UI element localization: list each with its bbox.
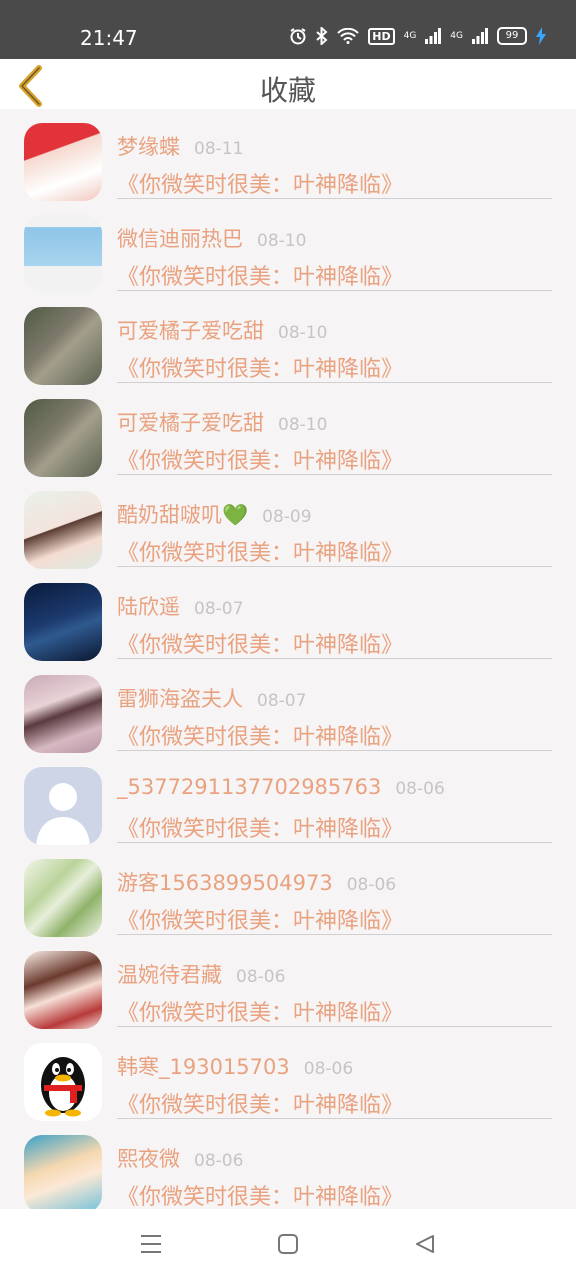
- avatar[interactable]: [24, 675, 102, 753]
- user-name[interactable]: 可爱橘子爱吃甜: [117, 411, 264, 435]
- list-item[interactable]: _5377291137702985763 08-06 《你微笑时很美：叶神降临》: [0, 753, 576, 845]
- list-item[interactable]: 酷奶甜啵叽💚 08-09 《你微笑时很美：叶神降临》: [0, 477, 576, 569]
- status-time: 21:47: [80, 26, 138, 50]
- user-name[interactable]: 梦缘蝶: [117, 135, 180, 159]
- date: 08-06: [194, 1151, 244, 1171]
- alarm-icon: [290, 28, 306, 45]
- book-title[interactable]: 《你微笑时很美：叶神降临》: [117, 259, 403, 291]
- avatar[interactable]: [24, 399, 102, 477]
- date: 08-07: [257, 691, 307, 711]
- user-name[interactable]: 可爱橘子爱吃甜: [117, 319, 264, 343]
- list-item[interactable]: 熙夜微 08-06 《你微笑时很美：叶神降临》: [0, 1121, 576, 1209]
- book-title[interactable]: 《你微笑时很美：叶神降临》: [117, 1087, 403, 1119]
- favorites-list: 梦缘蝶 08-11 《你微笑时很美：叶神降临》 微信迪丽热巴 08-10 《你微笑时…: [0, 109, 576, 1209]
- network-label-1: 4G: [403, 30, 417, 41]
- divider: [117, 382, 552, 383]
- avatar[interactable]: [24, 767, 102, 845]
- wifi-icon: [337, 28, 359, 44]
- date: 08-11: [194, 139, 244, 159]
- menu-icon[interactable]: [140, 1233, 162, 1255]
- date: 08-06: [303, 1059, 354, 1079]
- list-item[interactable]: 陆欣遥 08-07 《你微笑时很美：叶神降临》: [0, 569, 576, 661]
- divider: [117, 658, 552, 659]
- list-item[interactable]: 微信迪丽热巴 08-10 《你微笑时很美：叶神降临》: [0, 201, 576, 293]
- date: 08-10: [257, 231, 307, 251]
- battery-icon: 99: [497, 27, 527, 45]
- book-title[interactable]: 《你微笑时很美：叶神降临》: [117, 167, 403, 199]
- book-title[interactable]: 《你微笑时很美：叶神降临》: [117, 1179, 403, 1209]
- avatar[interactable]: [24, 123, 102, 201]
- list-item[interactable]: 可爱橘子爱吃甜 08-10 《你微笑时很美：叶神降临》: [0, 385, 576, 477]
- book-title[interactable]: 《你微笑时很美：叶神降临》: [117, 719, 403, 751]
- divider: [117, 750, 552, 751]
- network-label-2: 4G: [450, 30, 463, 41]
- default-avatar-icon: [36, 783, 90, 845]
- user-name[interactable]: 温婉待君藏: [117, 963, 222, 987]
- hd-badge: HD: [368, 27, 395, 45]
- back-triangle-icon[interactable]: [414, 1233, 436, 1255]
- avatar[interactable]: [24, 307, 102, 385]
- user-name[interactable]: 熙夜微: [117, 1147, 180, 1171]
- book-title[interactable]: 《你微笑时很美：叶神降临》: [117, 627, 403, 659]
- avatar[interactable]: [24, 491, 102, 569]
- home-square-icon[interactable]: [277, 1233, 299, 1255]
- avatar[interactable]: [24, 859, 102, 937]
- list-item[interactable]: 可爱橘子爱吃甜 08-10 《你微笑时很美：叶神降临》: [0, 293, 576, 385]
- charging-icon: [536, 27, 546, 45]
- date: 08-06: [346, 875, 397, 895]
- divider: [117, 566, 552, 567]
- date: 08-10: [278, 415, 328, 435]
- date: 08-07: [194, 599, 244, 619]
- user-name[interactable]: 游客1563899504973: [117, 871, 333, 895]
- divider: [117, 474, 552, 475]
- book-title[interactable]: 《你微笑时很美：叶神降临》: [117, 811, 403, 843]
- divider: [117, 290, 552, 291]
- header: 收藏: [0, 59, 576, 109]
- list-item[interactable]: 温婉待君藏 08-06 《你微笑时很美：叶神降临》: [0, 937, 576, 1029]
- date: 08-06: [236, 967, 286, 987]
- divider: [117, 1118, 552, 1119]
- user-name[interactable]: _5377291137702985763: [117, 775, 381, 799]
- book-title[interactable]: 《你微笑时很美：叶神降临》: [117, 351, 403, 383]
- user-name[interactable]: 韩寒_193015703: [117, 1055, 290, 1079]
- list-item[interactable]: 梦缘蝶 08-11 《你微笑时很美：叶神降临》: [0, 109, 576, 201]
- book-title[interactable]: 《你微笑时很美：叶神降临》: [117, 903, 403, 935]
- user-name[interactable]: 酷奶甜啵叽💚: [117, 503, 248, 527]
- avatar[interactable]: [24, 1043, 102, 1121]
- divider: [117, 1026, 552, 1027]
- avatar[interactable]: [24, 583, 102, 661]
- user-name[interactable]: 陆欣遥: [117, 595, 180, 619]
- signal-icon: [425, 28, 442, 44]
- user-name[interactable]: 雷狮海盗夫人: [117, 687, 243, 711]
- date: 08-06: [395, 779, 445, 799]
- user-name[interactable]: 微信迪丽热巴: [117, 227, 243, 251]
- page-title: 收藏: [259, 74, 316, 107]
- bluetooth-icon: [316, 27, 328, 45]
- divider: [117, 842, 552, 843]
- system-nav-bar: [0, 1209, 576, 1280]
- avatar[interactable]: [24, 1135, 102, 1209]
- avatar[interactable]: [24, 215, 102, 293]
- list-item[interactable]: 韩寒_193015703 08-06 《你微笑时很美：叶神降临》: [0, 1029, 576, 1121]
- list-item[interactable]: 游客1563899504973 08-06 《你微笑时很美：叶神降临》: [0, 845, 576, 937]
- status-icons: HD 4G 4G 99: [289, 27, 546, 45]
- date: 08-10: [278, 323, 328, 343]
- book-title[interactable]: 《你微笑时很美：叶神降临》: [117, 443, 403, 475]
- status-bar: 21:47 HD 4G 4G 99: [0, 0, 576, 59]
- divider: [117, 198, 552, 199]
- book-title[interactable]: 《你微笑时很美：叶神降临》: [117, 535, 403, 567]
- signal-icon: [472, 28, 488, 44]
- divider: [117, 934, 552, 935]
- avatar[interactable]: [24, 951, 102, 1029]
- qq-penguin-icon: [41, 1057, 85, 1117]
- date: 08-09: [262, 507, 312, 527]
- list-item[interactable]: 雷狮海盗夫人 08-07 《你微笑时很美：叶神降临》: [0, 661, 576, 753]
- book-title[interactable]: 《你微笑时很美：叶神降临》: [117, 995, 403, 1027]
